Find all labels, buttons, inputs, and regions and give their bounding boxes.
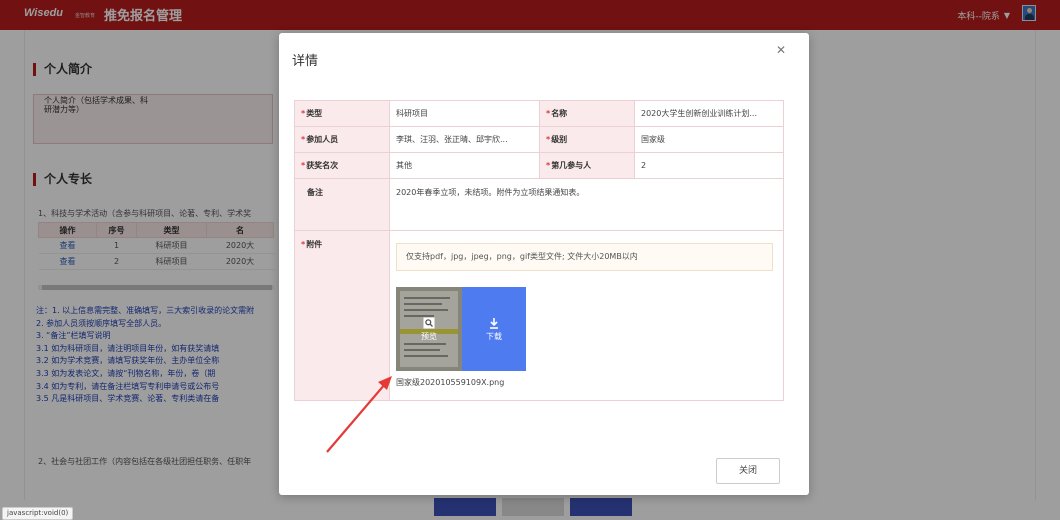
- level-label: *级别: [539, 126, 635, 153]
- detail-row: *参加人员 李琪、汪羽、张正晴、邱宇欣... *级别 国家级: [294, 126, 784, 153]
- detail-row: 备注 2020年春季立项，未结项。附件为立项结果通知表。: [294, 178, 784, 231]
- preview-label[interactable]: 预览: [421, 332, 437, 341]
- type-value: 科研项目: [389, 100, 540, 127]
- remark-value: 2020年春季立项，未结项。附件为立项结果通知表。: [389, 178, 784, 231]
- attachment-cell: 仅支持pdf，jpg，jpeg，png，gif类型文件; 文件大小20MB以内: [389, 230, 784, 401]
- attachment-file-name[interactable]: 国家级202010559109X.png: [396, 377, 777, 388]
- modal-title: 详情: [292, 54, 319, 69]
- name-value: 2020大学生创新创业训练计划...: [634, 100, 784, 127]
- level-value: 国家级: [634, 126, 784, 153]
- close-icon[interactable]: ✕: [776, 43, 786, 57]
- details-grid: *类型 科研项目 *名称 2020大学生创新创业训练计划... *参加人员 李琪…: [294, 100, 784, 401]
- upload-hint: 仅支持pdf，jpg，jpeg，png，gif类型文件; 文件大小20MB以内: [396, 243, 773, 271]
- detail-row: *附件 仅支持pdf，jpg，jpeg，png，gif类型文件; 文件大小20M…: [294, 230, 784, 401]
- attachment-label: *附件: [294, 230, 390, 401]
- browser-status-bar: javascript:void(0): [2, 507, 74, 520]
- search-icon: [423, 317, 435, 329]
- attachment-thumbnail: 预览: [396, 287, 462, 371]
- download-icon: [490, 318, 498, 329]
- name-label: *名称: [539, 100, 635, 127]
- rank-value: 2: [634, 152, 784, 179]
- detail-row: *获奖名次 其他 *第几参与人 2: [294, 152, 784, 179]
- details-modal: 详情 ✕ *类型 科研项目 *名称 2020大学生创新创业训练计划... *参加…: [279, 33, 809, 495]
- attachment-card: 预览 下载: [396, 287, 526, 371]
- award-value: 其他: [389, 152, 540, 179]
- download-label[interactable]: 下载: [486, 332, 502, 341]
- detail-row: *类型 科研项目 *名称 2020大学生创新创业训练计划...: [294, 100, 784, 127]
- members-value: 李琪、汪羽、张正晴、邱宇欣...: [389, 126, 540, 153]
- remark-label: 备注: [294, 178, 390, 231]
- members-label: *参加人员: [294, 126, 390, 153]
- download-button[interactable]: 下载: [462, 287, 526, 371]
- close-button[interactable]: 关闭: [716, 458, 780, 484]
- rank-label: *第几参与人: [539, 152, 635, 179]
- award-label: *获奖名次: [294, 152, 390, 179]
- preview-button[interactable]: 预览: [413, 317, 445, 342]
- type-label: *类型: [294, 100, 390, 127]
